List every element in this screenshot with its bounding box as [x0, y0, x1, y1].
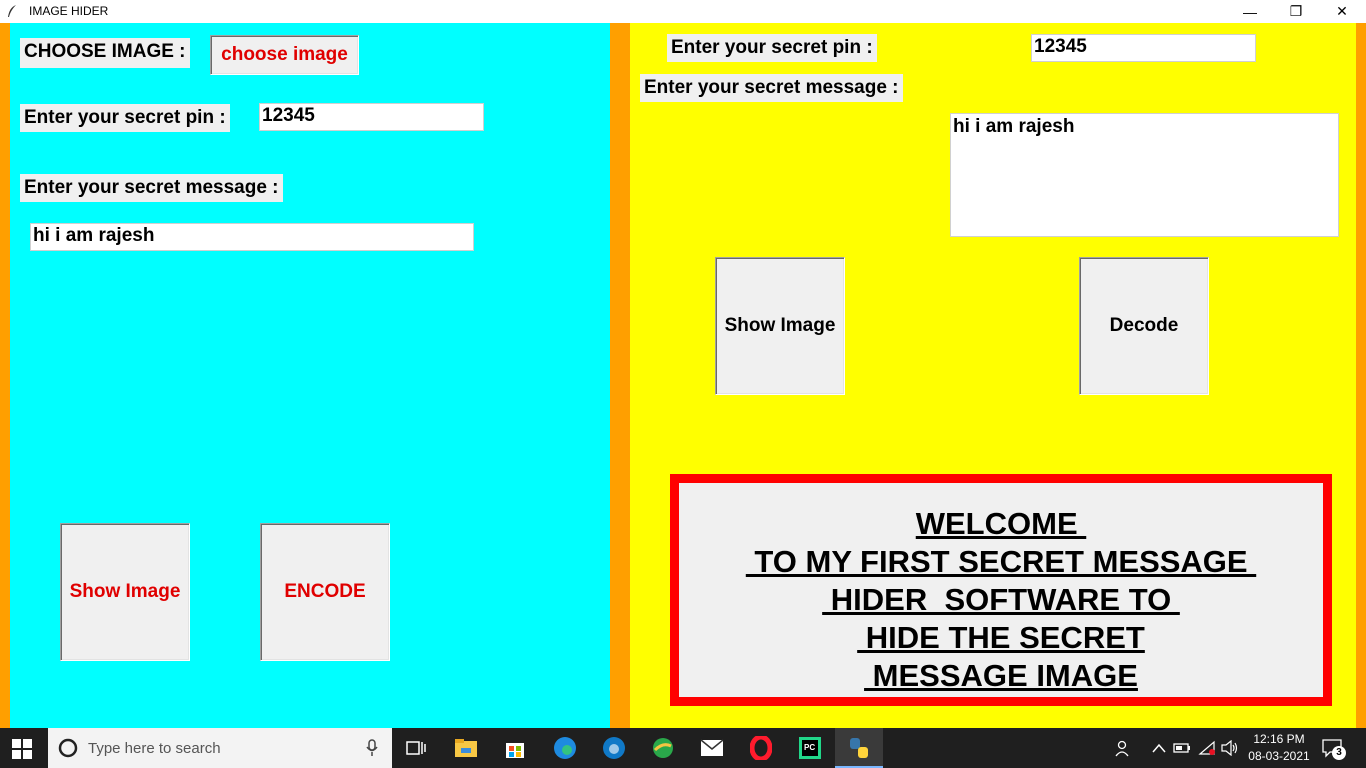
decode-show-image-button[interactable]: Show Image — [715, 257, 845, 395]
taskbar-search-box[interactable]: Type here to search — [48, 728, 392, 768]
taskbar: Type here to search PC 12:16 PM 08-03-20… — [0, 728, 1366, 768]
decode-button[interactable]: Decode — [1079, 257, 1209, 395]
encode-button[interactable]: ENCODE — [260, 523, 390, 661]
welcome-line: HIDE THE SECRET — [857, 620, 1145, 655]
middle-frame-border — [610, 23, 630, 728]
svg-text:PC: PC — [804, 743, 815, 752]
task-view-icon[interactable] — [404, 736, 428, 760]
welcome-text: WELCOME TO MY FIRST SECRET MESSAGE HIDER… — [679, 505, 1323, 695]
left-frame-border — [0, 23, 10, 728]
decode-message-label: Enter your secret message : — [640, 74, 903, 102]
chevron-up-icon[interactable] — [1147, 736, 1171, 760]
clock-time[interactable]: 12:16 PM — [1244, 732, 1314, 746]
clock-date[interactable]: 08-03-2021 — [1244, 749, 1314, 763]
battery-icon[interactable] — [1170, 736, 1194, 760]
people-icon[interactable] — [1112, 736, 1136, 760]
cortana-circle-icon — [58, 738, 78, 758]
choose-image-label: CHOOSE IMAGE : — [20, 38, 190, 68]
right-frame-border — [1356, 23, 1366, 728]
minimize-button[interactable]: — — [1227, 0, 1273, 23]
title-bar: IMAGE HIDER — ❐ ✕ — [0, 0, 1366, 23]
close-button[interactable]: ✕ — [1319, 0, 1365, 23]
encode-message-input[interactable]: hi i am rajesh — [30, 223, 474, 251]
encode-show-image-button[interactable]: Show Image — [60, 523, 190, 661]
choose-image-button[interactable]: choose image — [210, 35, 359, 75]
encode-pin-input[interactable]: 12345 — [259, 103, 484, 131]
decode-pin-input[interactable]: 12345 — [1031, 34, 1256, 62]
pycharm-icon[interactable]: PC — [798, 736, 822, 760]
volume-icon[interactable] — [1218, 736, 1242, 760]
network-disconnected-icon[interactable] — [1195, 736, 1219, 760]
file-explorer-icon[interactable] — [454, 736, 478, 760]
restore-button[interactable]: ❐ — [1273, 0, 1319, 23]
welcome-line: WELCOME — [915, 506, 1087, 541]
window-title: IMAGE HIDER — [29, 4, 109, 18]
encode-pin-label: Enter your secret pin : — [20, 104, 230, 132]
encode-message-label: Enter your secret message : — [20, 174, 283, 202]
decode-pin-label: Enter your secret pin : — [667, 34, 877, 62]
welcome-banner: WELCOME TO MY FIRST SECRET MESSAGE HIDER… — [670, 474, 1332, 706]
edge-browser-icon[interactable] — [553, 736, 577, 760]
globe-app-icon[interactable] — [651, 736, 675, 760]
microsoft-store-icon[interactable] — [503, 736, 527, 760]
python-app-taskbar-button[interactable] — [835, 728, 883, 768]
windows-start-icon[interactable] — [12, 739, 32, 759]
microphone-icon[interactable] — [366, 739, 378, 757]
feather-icon — [8, 5, 16, 17]
decode-message-textarea[interactable]: hi i am rajesh — [950, 113, 1339, 237]
python-icon — [850, 738, 868, 758]
notification-center-icon[interactable]: 3 — [1322, 738, 1346, 760]
edge-beta-icon[interactable] — [602, 736, 626, 760]
mail-icon[interactable] — [700, 736, 724, 760]
welcome-line: HIDER SOFTWARE TO — [822, 582, 1180, 617]
search-placeholder: Type here to search — [88, 740, 221, 757]
opera-icon[interactable] — [749, 736, 773, 760]
notification-count-badge: 3 — [1332, 746, 1346, 760]
welcome-line: TO MY FIRST SECRET MESSAGE — [745, 544, 1257, 579]
welcome-line: MESSAGE IMAGE — [864, 658, 1138, 693]
